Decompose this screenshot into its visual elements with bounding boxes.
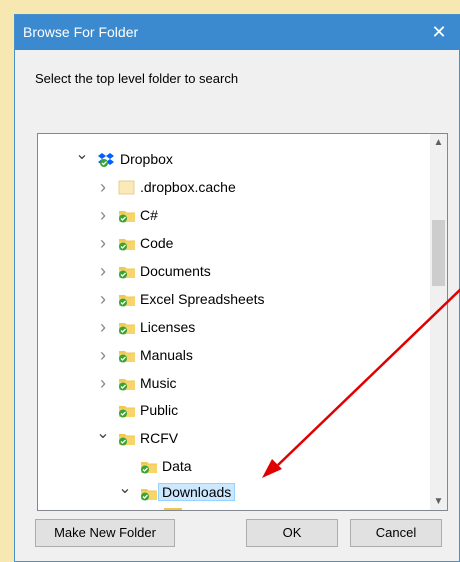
tree-item-music[interactable]: › Music: [38, 371, 428, 397]
chevron-down-icon[interactable]: ⌄: [75, 147, 89, 163]
tree-item-label: RCFV: [140, 430, 179, 446]
folder-synced-icon: [119, 434, 135, 446]
chevron-down-icon[interactable]: ⌄: [96, 426, 110, 442]
tree-item-label: Excel Spreadsheets: [140, 291, 265, 307]
folder-synced-icon: [141, 489, 157, 501]
cancel-button[interactable]: Cancel: [350, 519, 442, 547]
tree-item-c[interactable]: › C#: [38, 203, 428, 229]
chevron-right-icon[interactable]: ›: [96, 178, 110, 196]
chevron-right-icon[interactable]: ›: [96, 318, 110, 336]
tree-item-documents[interactable]: › Documents: [38, 259, 428, 285]
chevron-right-icon[interactable]: ›: [96, 346, 110, 364]
partial-folder-icon: [164, 508, 182, 510]
chevron-right-icon[interactable]: ›: [96, 206, 110, 224]
tree-item-excel-spreadsheets[interactable]: › Excel Spreadsheets: [38, 287, 428, 313]
folder-synced-icon: [119, 211, 135, 223]
vertical-scrollbar[interactable]: ▲ ▼: [430, 134, 447, 510]
tree-item-label: Music: [140, 375, 177, 391]
tree-item-label: Documents: [140, 263, 211, 279]
tree-item-label: C#: [140, 207, 158, 223]
chevron-down-icon[interactable]: ⌄: [118, 481, 132, 497]
tree-item-label: Dropbox: [120, 151, 173, 167]
tree-item-dropbox[interactable]: ⌄ Dropbox: [38, 147, 428, 173]
tree-item-label: Licenses: [140, 319, 196, 335]
tree-item-public[interactable]: Public: [38, 398, 428, 424]
tree-item-label: Public: [140, 402, 179, 418]
browse-for-folder-dialog: Browse For Folder ✕ Select the top level…: [14, 14, 460, 562]
tree-item-manuals[interactable]: › Manuals: [38, 343, 428, 369]
tree-item-code[interactable]: › Code: [38, 231, 428, 257]
tree-item-label: Downloads: [158, 483, 236, 501]
folder-synced-icon: [141, 462, 157, 474]
scroll-down-arrow-icon[interactable]: ▼: [430, 493, 447, 510]
folder-tree[interactable]: ⌄ Dropbox › .dropbox.cache › C# › Code › Document…: [37, 133, 448, 511]
scroll-up-arrow-icon[interactable]: ▲: [430, 134, 447, 151]
chevron-right-icon[interactable]: ›: [96, 290, 110, 308]
tree-item-label: Data: [162, 458, 192, 474]
chevron-right-icon[interactable]: ›: [96, 234, 110, 252]
folder-synced-icon: [119, 351, 135, 363]
tree-item-rcfv[interactable]: ⌄ RCFV: [38, 426, 428, 452]
folder-synced-icon: [119, 239, 135, 251]
tree-item-label: Manuals: [140, 347, 193, 363]
tree-item-dropbox-cache[interactable]: › .dropbox.cache: [38, 175, 428, 201]
tree-item-label: Code: [140, 235, 174, 251]
tree-item-data[interactable]: Data: [38, 454, 428, 480]
scrollbar-thumb[interactable]: [432, 220, 445, 286]
ok-button[interactable]: OK: [246, 519, 338, 547]
folder-synced-icon: [119, 295, 135, 307]
close-button[interactable]: ✕: [417, 15, 460, 50]
folder-synced-icon: [119, 406, 135, 418]
tree-item-licenses[interactable]: › Licenses: [38, 315, 428, 341]
chevron-right-icon[interactable]: ›: [96, 374, 110, 392]
make-new-folder-button[interactable]: Make New Folder: [35, 519, 175, 547]
folder-synced-icon: [119, 379, 135, 391]
dropbox-icon: [98, 153, 114, 167]
folder-plain-icon: [118, 180, 135, 195]
folder-synced-icon: [119, 267, 135, 279]
folder-synced-icon: [119, 323, 135, 335]
title-bar[interactable]: Browse For Folder ✕: [15, 15, 460, 50]
tree-item-downloads[interactable]: ⌄ Downloads: [38, 481, 428, 507]
dialog-title: Browse For Folder: [23, 24, 139, 40]
tree-item-label: .dropbox.cache: [140, 179, 236, 195]
chevron-right-icon[interactable]: ›: [96, 262, 110, 280]
instruction-text: Select the top level folder to search: [35, 71, 239, 86]
